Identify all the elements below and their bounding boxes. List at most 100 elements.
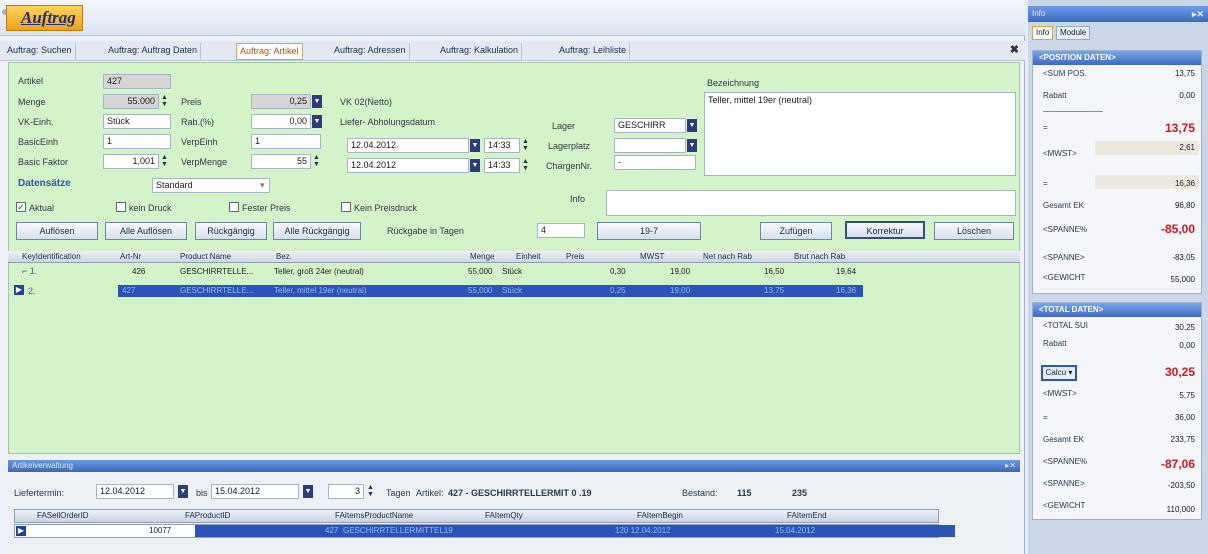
basiceinh-label: BasicEinh	[18, 137, 59, 147]
col-artnr[interactable]: Art-Nr	[120, 252, 141, 261]
tab-module[interactable]: Module	[1056, 26, 1091, 40]
lager-select[interactable]: GESCHIRR	[614, 118, 686, 133]
time1-field[interactable]: 14:33	[484, 138, 520, 153]
preis-dropdown-icon[interactable]: ▼	[312, 95, 322, 108]
col-mwst[interactable]: MWST	[640, 252, 664, 261]
tab-suchen[interactable]: Auftrag: Suchen	[4, 43, 76, 60]
rueckgabe-field[interactable]: 4	[537, 223, 585, 238]
standard-select[interactable]: Standard	[152, 178, 270, 193]
korrektur-button[interactable]: Korrektur	[845, 221, 925, 239]
col-faitembegin[interactable]: FAItemBegin	[637, 511, 683, 520]
col-fasellorderid[interactable]: FASellOrderID	[37, 511, 89, 520]
row2-net: 13,75	[764, 286, 785, 295]
bottom-row-selection: 427 GESCHIRRTELLERMITTEL19 120 12.04.201…	[195, 525, 955, 537]
date2-field[interactable]: 12.04.2012	[347, 158, 469, 173]
close-icon[interactable]: ▸✕	[1192, 6, 1204, 22]
col-faitemqty[interactable]: FAItemQty	[485, 511, 523, 520]
lager-label: Lager	[552, 121, 576, 131]
total-spanne-pct-label: <SPANNE%	[1043, 457, 1088, 466]
verpmenge-field[interactable]: 55	[251, 154, 311, 169]
time1-spin-icon[interactable]: ▲ ▼	[521, 138, 530, 153]
date1-dropdown-icon[interactable]: ▼	[470, 139, 480, 152]
date1-field[interactable]: 12.04.2012	[347, 138, 469, 153]
basicfaktor-spin-icon[interactable]: ▲ ▼	[160, 154, 169, 169]
col-einheit[interactable]: Einheit	[516, 252, 540, 261]
position-daten-header[interactable]: <POSITION DATEN>	[1033, 51, 1201, 65]
tab-kalkulation[interactable]: Auftrag: Kalkulation	[437, 43, 523, 60]
tree-key-2: 2.	[28, 286, 36, 296]
col-faproductid[interactable]: FAProductID	[185, 511, 230, 520]
tab-info[interactable]: Info	[1032, 26, 1054, 40]
alle-rueckgaengig-button[interactable]: Alle Rückgängig	[273, 222, 361, 240]
zufuegen-button[interactable]: Zufügen	[760, 222, 832, 240]
rab-field[interactable]: 0,00	[251, 114, 311, 129]
bezeichnung-textarea[interactable]: Teller, mittel 19er (neutral)	[704, 92, 1016, 176]
bottom-table-row[interactable]: ▶ 10077 427 GESCHIRRTELLERMITTEL19 120 1…	[14, 524, 955, 538]
col-faitemsproductname[interactable]: FAItemsProductName	[335, 511, 413, 520]
rab-dropdown-icon[interactable]: ▼	[312, 115, 322, 128]
time2-field[interactable]: 14:33	[484, 158, 520, 173]
rueckgaengig-button[interactable]: Rückgängig	[195, 222, 267, 240]
date-from-dropdown-icon[interactable]: ▼	[178, 485, 188, 498]
col-net-nach-rab[interactable]: Net nach Rab	[703, 252, 752, 261]
liefertermin-to-field[interactable]: 15.04.2012	[211, 484, 299, 499]
chargennr-field[interactable]: -	[614, 155, 696, 170]
tab-adressen[interactable]: Auftrag: Adressen	[331, 43, 410, 60]
lagerplatz-label: Lagerplatz	[548, 141, 591, 151]
position-daten-section: <POSITION DATEN> <SUM POS. 13,75 Rabatt …	[1032, 50, 1202, 294]
date2-dropdown-icon[interactable]: ▼	[470, 159, 480, 172]
table-row[interactable]: 426 GESCHIRRTELLE... Teller, groß 24er (…	[118, 266, 863, 278]
row2-artnr: 427	[122, 286, 136, 295]
artikel-field[interactable]: 427	[103, 74, 171, 89]
date-to-dropdown-icon[interactable]: ▼	[303, 485, 313, 498]
brow-id: 10077	[149, 526, 172, 535]
lagerplatz-dropdown-icon[interactable]: ▼	[687, 139, 697, 152]
col-keyidentification[interactable]: KeyIdentification	[22, 252, 81, 261]
total-rabatt-label: Rabatt	[1043, 339, 1067, 348]
time2-spin-icon[interactable]: ▲ ▼	[521, 158, 530, 173]
total-daten-header[interactable]: <TOTAL DATEN>	[1033, 303, 1201, 317]
info-textarea[interactable]	[606, 190, 1016, 216]
aktual-checkbox[interactable]: ✓	[16, 202, 26, 212]
col-product-name[interactable]: Product Name	[180, 252, 231, 261]
rueckgabe-label: Rückgabe in Tagen	[387, 226, 464, 236]
total-eq-value: 36,00	[1174, 413, 1195, 422]
gesamt-ek-label: Gesamt EK	[1043, 201, 1084, 210]
tage-field[interactable]: 3	[328, 484, 364, 499]
col-bez[interactable]: Bez.	[276, 252, 292, 261]
tab-leihliste[interactable]: Auftrag: Leihliste	[556, 43, 631, 60]
col-faitemend[interactable]: FAItemEnd	[787, 511, 827, 520]
basiceinh-field[interactable]: 1	[103, 134, 171, 149]
close-icon[interactable]: ✖	[1010, 43, 1019, 56]
col-brut-nach-rab[interactable]: Brut nach Rab	[794, 252, 845, 261]
tab-artikel[interactable]: Auftrag: Artikel	[236, 43, 303, 60]
verpmenge-spin-icon[interactable]: ▲ ▼	[312, 154, 321, 169]
19-7-button[interactable]: 19-7	[597, 222, 701, 240]
festerpreis-checkbox[interactable]	[229, 202, 239, 212]
menge-field[interactable]: 55.000	[103, 94, 159, 109]
verpeinh-field[interactable]: 1	[251, 134, 321, 149]
lager-dropdown-icon[interactable]: ▼	[687, 119, 697, 132]
keinpreisdruck-checkbox[interactable]	[341, 202, 351, 212]
preis-field[interactable]: 0,25	[251, 94, 311, 109]
table-row[interactable]: 427 GESCHIRRTELLE... Teller, mittel 19er…	[118, 285, 863, 297]
tab-auftrag-daten[interactable]: Auftrag: Auftrag Daten	[105, 43, 202, 60]
lagerplatz-select[interactable]	[614, 138, 686, 153]
standard-dropdown-icon[interactable]: ▾	[260, 180, 265, 191]
keindruck-checkbox[interactable]	[116, 202, 126, 212]
loeschen-button[interactable]: Löschen	[934, 222, 1014, 240]
tage-spin-icon[interactable]: ▲ ▼	[366, 484, 375, 499]
vkeinh-field[interactable]: Stück	[103, 114, 171, 129]
calcu-button[interactable]: Calcu ▾	[1041, 365, 1077, 381]
alle-aufloesen-button[interactable]: Alle Auflösen	[105, 222, 187, 240]
gewicht-value: 55,000	[1170, 275, 1195, 284]
liefertermin-from-field[interactable]: 12.04.2012	[96, 484, 174, 499]
close-icon[interactable]: ▸✕	[1005, 460, 1016, 472]
menge-spin-icon[interactable]: ▲ ▼	[160, 94, 169, 109]
col-preis[interactable]: Preis	[566, 252, 584, 261]
col-menge[interactable]: Menge	[470, 252, 494, 261]
basicfaktor-field[interactable]: 1,001	[103, 154, 159, 169]
title-bar: Auftrag	[0, 0, 1025, 36]
window-title-button[interactable]: Auftrag	[6, 5, 83, 31]
aufloesen-button[interactable]: Auflösen	[16, 222, 98, 240]
